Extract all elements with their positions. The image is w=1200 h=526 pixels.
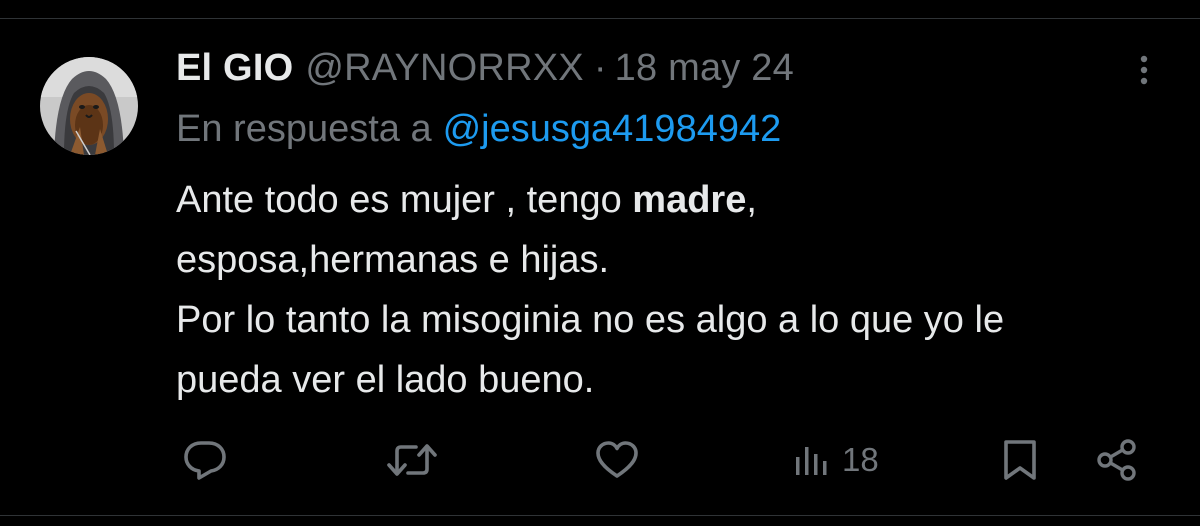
separator-dot: · — [593, 46, 607, 89]
retweet-button[interactable] — [386, 430, 438, 490]
views-button[interactable]: 18 — [794, 430, 879, 490]
bookmark-button[interactable] — [1000, 430, 1040, 490]
display-name[interactable]: El GIO — [176, 47, 293, 90]
tweet-header: El GIO @RAYNORRXX · 18 may 24 — [176, 44, 794, 92]
user-handle[interactable]: @RAYNORRXX — [305, 47, 583, 90]
reply-context: En respuesta a @jesusga41984942 — [176, 104, 781, 154]
like-button[interactable] — [594, 430, 640, 490]
tweet-date[interactable]: 18 may 24 — [615, 47, 794, 90]
views-count: 18 — [842, 441, 879, 478]
bookmark-icon — [1004, 440, 1036, 480]
reply-to-handle-link[interactable]: @jesusga41984942 — [443, 108, 782, 151]
reply-prefix: En respuesta a — [176, 107, 432, 150]
top-divider — [0, 18, 1200, 19]
tweet-text-line: pueda ver el lado bueno. — [176, 359, 595, 401]
retweet-icon — [387, 444, 437, 476]
action-bar: 18 — [0, 430, 1200, 490]
reply-button[interactable] — [182, 430, 228, 490]
bottom-divider — [0, 515, 1200, 516]
tweet-text-line: Ante todo es mujer , tengo madre, — [176, 170, 1176, 230]
share-button[interactable] — [1094, 430, 1140, 490]
tweet-text: Ante todo es mujer , tengo madre, esposa… — [176, 170, 1176, 410]
tweet-text-line: esposa,hermanas e hijas. — [176, 239, 610, 281]
heart-icon — [596, 441, 638, 478]
tweet-text-segment: , — [746, 179, 757, 221]
tweet-text-segment: Ante todo es mujer , tengo — [176, 179, 633, 221]
avatar[interactable] — [40, 57, 138, 155]
views-icon — [796, 447, 827, 475]
reply-icon — [184, 441, 226, 480]
share-icon — [1097, 439, 1136, 481]
tweet-card[interactable]: El GIO @RAYNORRXX · 18 may 24 En respues… — [0, 0, 1200, 526]
tweet-text-bold: madre — [632, 179, 747, 221]
more-options-icon[interactable] — [1130, 52, 1158, 88]
tweet-text-line: Por lo tanto la misoginia no es algo a l… — [176, 299, 1005, 341]
